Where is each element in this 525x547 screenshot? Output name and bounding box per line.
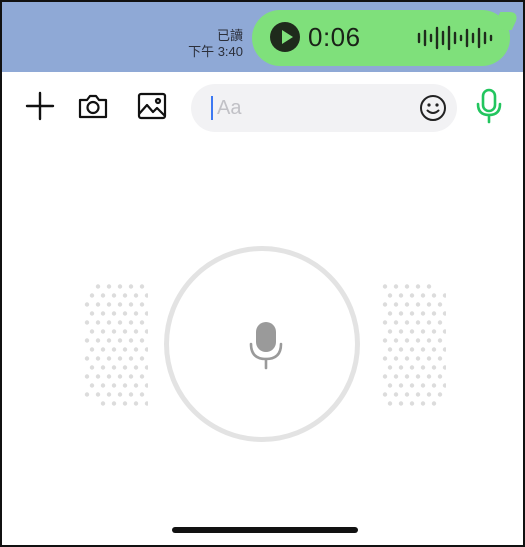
voice-message-bubble[interactable]: 0:06 xyxy=(252,10,521,66)
message-toolbar: Aa xyxy=(2,72,523,142)
chat-area: 已讀 下午 3:40 0:06 xyxy=(2,2,523,72)
screen: 已讀 下午 3:40 0:06 Aa xyxy=(0,0,525,547)
input-placeholder: Aa xyxy=(217,97,242,119)
text-caret xyxy=(211,96,213,120)
home-indicator[interactable] xyxy=(172,527,358,533)
microphone-icon[interactable] xyxy=(472,88,506,124)
waveform-icon xyxy=(417,25,493,51)
bubble-tail xyxy=(491,12,521,30)
read-status: 已讀 xyxy=(216,28,243,43)
message-time: 下午 3:40 xyxy=(188,44,243,59)
plus-icon[interactable] xyxy=(24,90,56,122)
image-icon[interactable] xyxy=(136,90,168,122)
camera-icon[interactable] xyxy=(77,90,109,122)
voice-duration: 0:06 xyxy=(308,22,361,52)
sound-dots-left xyxy=(84,284,148,406)
message-meta: 已讀 下午 3:40 xyxy=(188,28,243,60)
message-input[interactable]: Aa xyxy=(191,84,457,132)
smiley-icon[interactable] xyxy=(419,94,447,122)
voice-recorder-panel xyxy=(2,142,523,545)
sound-dots-right xyxy=(382,284,446,406)
microphone-icon xyxy=(249,322,283,370)
play-icon[interactable] xyxy=(270,22,300,52)
